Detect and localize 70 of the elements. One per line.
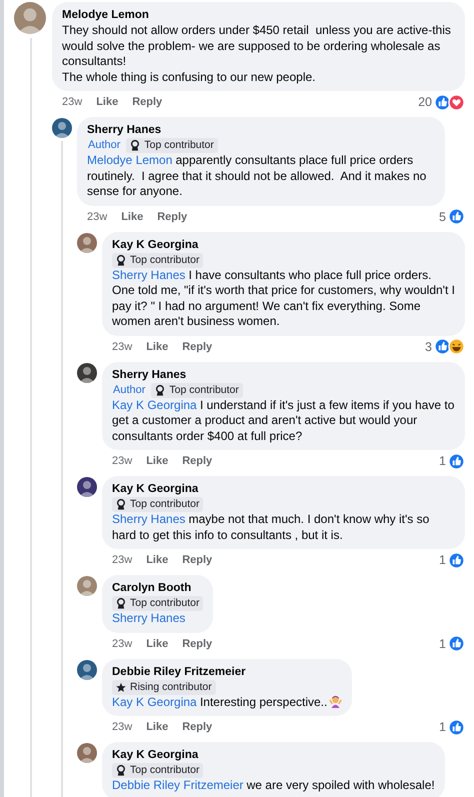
action-link[interactable]: Reply <box>182 455 212 467</box>
action-link[interactable]: Reply <box>157 210 188 222</box>
reaction-count[interactable]: 20 <box>418 95 432 109</box>
action-link[interactable]: Reply <box>182 638 212 650</box>
contributor-badge: Top contributor <box>112 252 204 268</box>
comment-text: Kay K Georgina I understand if it's just a few items if you have to get a customer a product and aren't active but would your consultants order $400 at full price? <box>112 398 455 444</box>
star-icon <box>116 682 126 692</box>
comment-text: Kay K Georgina Interesting perspective.. <box>112 694 342 710</box>
award-icon <box>116 499 126 510</box>
contributor-badge: Top contributor <box>112 596 204 611</box>
reaction-count[interactable]: 1 <box>439 454 446 468</box>
contributor-badge: Top contributor <box>126 138 218 153</box>
action-link[interactable]: Reply <box>182 554 212 566</box>
mention-link[interactable]: Kay K Georgina <box>112 398 197 412</box>
action-link[interactable]: Like <box>146 455 168 467</box>
contributor-badge: Top contributor <box>112 497 204 512</box>
award-icon <box>116 254 126 266</box>
timestamp: 23w <box>112 455 132 467</box>
award-icon <box>116 598 126 609</box>
timestamp: 23w <box>112 721 132 733</box>
award-icon <box>116 765 126 776</box>
award-icon <box>130 140 140 151</box>
action-link[interactable]: Reply <box>182 340 212 352</box>
award-icon <box>155 384 166 396</box>
avatar[interactable] <box>77 660 97 680</box>
reaction-count[interactable]: 3 <box>425 340 432 354</box>
contributor-badge: Top contributor <box>151 382 243 398</box>
timestamp: 23w <box>112 638 132 650</box>
reaction-count[interactable]: 1 <box>439 553 446 567</box>
mention-link[interactable]: Melodye Lemon <box>87 153 172 167</box>
author-name[interactable]: Kay K Georgina <box>112 238 455 252</box>
mention-link[interactable]: Sherry Hanes <box>112 268 186 282</box>
avatar[interactable] <box>52 118 72 138</box>
timestamp: 23w <box>87 210 108 222</box>
author-name[interactable]: Carolyn Booth <box>112 581 204 596</box>
reaction-count[interactable]: 1 <box>439 636 446 650</box>
comment-text: Melodye Lemon apparently consultants place full price orders routinely. I agree that it should not be allowed. And it makes no sense for anyone. <box>87 153 428 200</box>
timestamp: 23w <box>62 96 82 108</box>
reaction-count[interactable]: 5 <box>439 210 446 224</box>
action-link[interactable]: Like <box>96 96 118 108</box>
author-name[interactable]: Debbie Riley Fritzemeier <box>112 664 342 680</box>
action-link[interactable]: Reply <box>132 96 162 108</box>
mention-link[interactable]: Kay K Georgina <box>112 694 197 708</box>
avatar[interactable] <box>77 362 97 382</box>
action-link[interactable]: Like <box>121 210 144 222</box>
comment-text: Debbie Riley Fritzemeier we are very spoiled with wholesale! <box>112 778 435 794</box>
author-name[interactable]: Melodye Lemon <box>62 8 455 23</box>
timestamp: 23w <box>112 340 132 352</box>
timestamp: 23w <box>112 554 132 566</box>
action-link[interactable]: Like <box>146 638 168 650</box>
action-link[interactable]: Reply <box>182 721 212 733</box>
mention-link[interactable]: Sherry Hanes <box>112 512 186 526</box>
avatar[interactable] <box>77 477 97 497</box>
author-name[interactable]: Kay K Georgina <box>112 748 435 763</box>
author-label: Author <box>87 138 122 153</box>
mention-link[interactable]: Debbie Riley Fritzemeier <box>112 778 244 792</box>
comment-text: They should not allow orders under $450 retail unless you are active-this would solve the problem- we are supposed to be ordering wholesale as consultants! The whole thing is confusing to our new people. <box>62 23 452 85</box>
author-name[interactable]: Kay K Georgina <box>112 482 455 497</box>
comment-text: Sherry Hanes I have consultants who place full price orders. One told me, "if it's worth that price for customers, why wouldn't I pay it? " I had no argument! We can't fix everything. Some women aren't business women. <box>112 268 455 330</box>
author-name[interactable]: Sherry Hanes <box>112 368 455 382</box>
action-link[interactable]: Like <box>146 721 168 733</box>
comment-text: Sherry Hanes maybe not that much. I don't know why it's so hard to get this info to consultants , but it is. <box>112 512 430 543</box>
action-link[interactable]: Like <box>146 554 168 566</box>
contributor-badge: Top contributor <box>112 763 204 778</box>
contributor-badge: Rising contributor <box>112 680 216 694</box>
author-name[interactable]: Sherry Hanes <box>87 123 435 138</box>
action-link[interactable]: Like <box>146 340 168 352</box>
author-label: Author <box>112 382 146 398</box>
mention-link[interactable]: Sherry Hanes <box>112 611 186 625</box>
reaction-count[interactable]: 1 <box>439 720 446 734</box>
